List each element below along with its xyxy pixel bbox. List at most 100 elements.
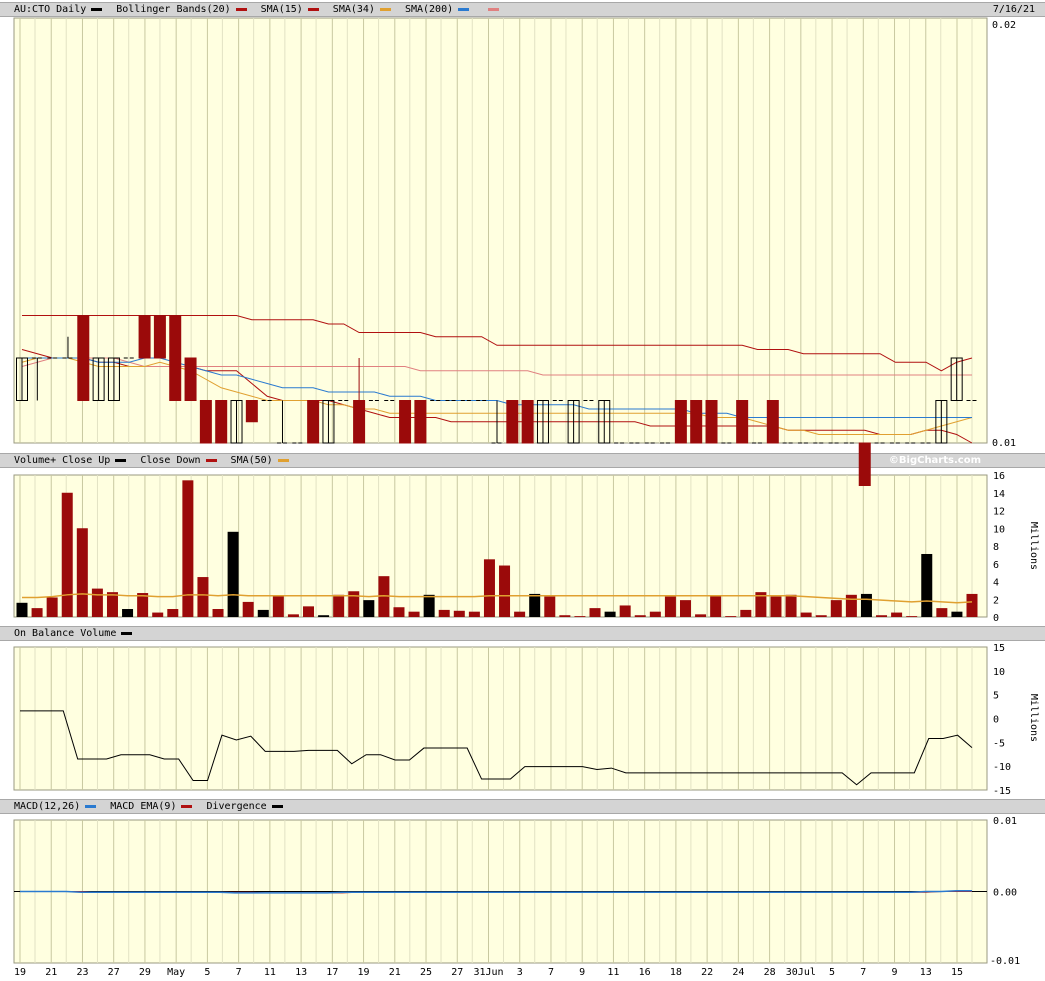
x-axis-tick: 25 <box>420 967 432 978</box>
candle-body-down <box>736 400 749 444</box>
stock-chart: 0.020.010246810121416Millions151050-5-10… <box>13 17 1039 978</box>
volume-bar <box>46 597 58 617</box>
volume-y-tick: 2 <box>993 595 999 606</box>
candle-body-down <box>184 357 197 401</box>
volume-axis-label: Millions <box>1028 522 1039 570</box>
volume-bar <box>664 596 676 617</box>
volume-bar <box>966 593 978 617</box>
obv-y-tick: -5 <box>993 738 1005 749</box>
x-axis-tick: 7 <box>548 967 554 978</box>
x-axis-tick: 27 <box>108 967 120 978</box>
candle-body-down <box>153 315 166 359</box>
x-axis-tick: 21 <box>45 967 57 978</box>
volume-bar <box>725 616 737 617</box>
volume-bar <box>634 615 646 617</box>
volume-y-tick: 8 <box>993 542 999 553</box>
x-axis-tick: 22 <box>701 967 713 978</box>
volume-bar <box>589 608 601 617</box>
volume-bar <box>167 609 179 617</box>
x-axis-tick: 15 <box>951 967 963 978</box>
volume-y-tick: 10 <box>993 524 1005 535</box>
volume-bar <box>514 611 526 617</box>
volume-bar <box>257 609 269 617</box>
x-axis-tick: 17 <box>326 967 338 978</box>
volume-bar <box>408 611 420 617</box>
x-axis-tick: 16 <box>639 967 651 978</box>
volume-bar <box>891 612 903 617</box>
volume-bar <box>740 609 752 617</box>
volume-bar <box>695 614 707 617</box>
volume-bar <box>860 593 872 617</box>
candle-body-down <box>506 400 519 444</box>
obv-y-tick: -15 <box>993 786 1011 797</box>
x-axis-tick: 3 <box>517 967 523 978</box>
volume-bar <box>499 565 511 617</box>
volume-bar <box>483 559 495 617</box>
volume-bar <box>31 608 43 617</box>
candle-body-down <box>138 315 151 359</box>
obv-axis-label: Millions <box>1028 694 1039 742</box>
obv-y-tick: 15 <box>993 643 1005 654</box>
volume-bar <box>272 595 284 617</box>
volume-bar <box>106 592 118 617</box>
volume-bar <box>559 615 571 617</box>
volume-y-tick: 6 <box>993 560 999 571</box>
volume-bar <box>122 609 134 617</box>
volume-bar <box>876 615 888 617</box>
volume-bar <box>438 609 450 617</box>
volume-bar <box>287 614 299 617</box>
candle-body-down <box>399 400 412 444</box>
x-axis-tick: 9 <box>579 967 585 978</box>
volume-y-tick: 16 <box>993 471 1005 482</box>
x-axis-tick: 27 <box>451 967 463 978</box>
volume-y-tick: 14 <box>993 489 1005 500</box>
price-y-tick: 0.01 <box>992 438 1016 449</box>
x-axis-tick: 18 <box>670 967 682 978</box>
obv-y-tick: 0 <box>993 715 999 726</box>
x-axis-tick: 29 <box>139 967 151 978</box>
volume-bar <box>333 594 345 617</box>
x-axis-tick: 7 <box>860 967 866 978</box>
volume-bar <box>363 600 375 617</box>
x-axis-tick: 9 <box>892 967 898 978</box>
volume-bar <box>61 492 73 617</box>
volume-bar <box>16 602 28 617</box>
x-axis-tick: 19 <box>14 967 26 978</box>
candle-body-down <box>215 400 228 444</box>
volume-bar <box>921 553 933 617</box>
x-axis-tick: 23 <box>76 967 88 978</box>
volume-bar <box>468 611 480 617</box>
volume-bar <box>800 612 812 617</box>
x-axis-tick: 11 <box>264 967 276 978</box>
volume-bar <box>318 615 330 617</box>
volume-bar <box>393 607 405 617</box>
macd-y-tick: -0.01 <box>990 956 1020 967</box>
x-axis-tick: 13 <box>295 967 307 978</box>
candle-body-down <box>307 400 320 444</box>
obv-y-tick: 5 <box>993 691 999 702</box>
price-y-tick: 0.02 <box>992 20 1016 31</box>
candle-body-down <box>705 400 718 444</box>
x-axis-tick: 28 <box>764 967 776 978</box>
obv-y-tick: -10 <box>993 762 1011 773</box>
volume-bar <box>453 610 465 617</box>
volume-bar <box>785 594 797 617</box>
candle-body-down <box>353 400 366 444</box>
candle-body-down <box>858 442 871 486</box>
candle-body-down <box>199 400 212 444</box>
volume-bar <box>197 577 209 617</box>
obv-y-tick: 10 <box>993 667 1005 678</box>
volume-bar <box>423 594 435 617</box>
x-axis-tick: May <box>167 967 185 978</box>
volume-bar <box>212 609 224 617</box>
macd-y-tick: 0.00 <box>993 888 1017 899</box>
volume-bar <box>152 612 164 617</box>
volume-bar <box>76 528 88 617</box>
volume-bar <box>574 616 586 617</box>
x-axis-tick: 31Jun <box>473 967 503 978</box>
volume-bar <box>679 600 691 617</box>
volume-bar <box>604 611 616 617</box>
x-axis-tick: 30Jul <box>786 967 816 978</box>
macd-y-tick: 0.01 <box>993 816 1017 827</box>
volume-bar <box>529 593 541 617</box>
